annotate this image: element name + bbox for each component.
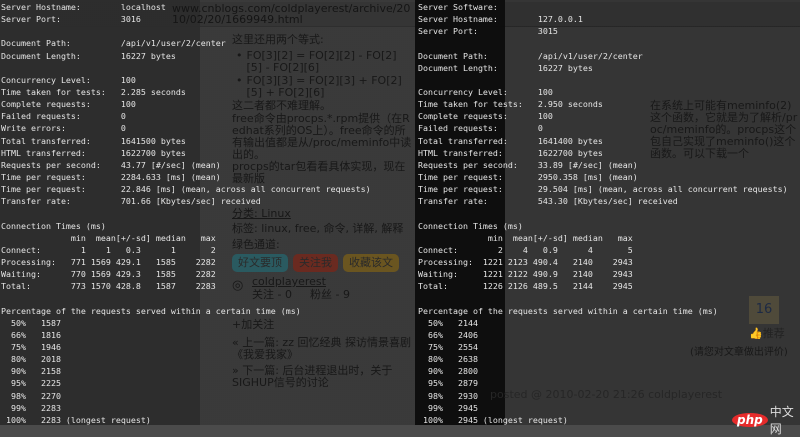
terminal-line: Time per request: 2950.358 [ms] (mean) xyxy=(418,171,638,182)
terminal-line: Time taken for tests: 2.285 seconds xyxy=(1,86,186,97)
terminal-line: 100% 2283 (longest request) xyxy=(1,414,151,425)
terminal-line: Server Port: 3015 xyxy=(418,26,558,37)
terminal-line: Server Port: 3016 xyxy=(1,14,141,25)
terminal-line: Document Length: 16227 bytes xyxy=(418,62,593,73)
terminal-line: 50% 2144 xyxy=(418,317,478,328)
terminal-line: min mean[+/-sd] median max xyxy=(1,232,216,243)
terminal-line: 98% 2930 xyxy=(418,390,478,401)
terminal-line: Complete requests: 100 xyxy=(418,111,553,122)
terminal-line: 99% 2283 xyxy=(1,402,61,413)
terminal-line: Waiting: 770 1569 429.3 1585 2282 xyxy=(1,269,216,280)
terminal-line: Connect: 1 1 0.3 1 2 xyxy=(1,244,216,255)
terminal-line: Requests per second: 43.77 [#/sec] (mean… xyxy=(1,159,221,170)
terminal-line: Percentage of the requests served within… xyxy=(1,305,301,316)
terminal-line: Connection Times (ms) xyxy=(418,220,523,231)
terminal-line: 99% 2945 xyxy=(418,402,478,413)
terminal-line: 50% 1587 xyxy=(1,317,61,328)
terminal-line: Write errors: 0 xyxy=(1,123,126,134)
terminal-line: Document Path: /api/v1/user/2/center xyxy=(418,50,643,61)
terminal-line: Connect: 2 4 0.9 4 5 xyxy=(418,244,633,255)
terminal-line: Total: 773 1570 428.8 1587 2283 xyxy=(1,281,216,292)
terminal-line: Connection Times (ms) xyxy=(1,220,106,231)
terminal-line: Processing: 771 1569 429.1 1585 2282 xyxy=(1,256,216,267)
terminal-line: Time per request: 29.504 [ms] (mean, acr… xyxy=(418,184,788,195)
terminal-line: Time per request: 2284.633 [ms] (mean) xyxy=(1,171,221,182)
terminal-line: HTML transferred: 1622700 bytes xyxy=(1,147,186,158)
terminal-line: Server Hostname: localhost xyxy=(1,2,166,12)
terminal-line: 80% 2638 xyxy=(418,354,478,365)
terminal-line: Document Length: 16227 bytes xyxy=(1,50,176,61)
terminal-line: 95% 2225 xyxy=(1,378,61,389)
terminal-line: Transfer rate: 543.30 [Kbytes/sec] recei… xyxy=(418,196,678,207)
terminal-right-output: Server Software: Server Hostname: 127.0.0… xyxy=(418,1,788,426)
terminal-line: Document Path: /api/v1/user/2/center xyxy=(1,38,226,49)
terminal-line: Total transferred: 1641400 bytes xyxy=(418,135,603,146)
terminal-line: Transfer rate: 701.66 [Kbytes/sec] recei… xyxy=(1,196,261,207)
terminal-line: Time per request: 22.846 [ms] (mean, acr… xyxy=(1,184,371,195)
terminal-line: Concurrency Level: 100 xyxy=(418,86,553,97)
terminal-line: 75% 1946 xyxy=(1,341,61,352)
terminal-line: 80% 2018 xyxy=(1,354,61,365)
terminal-line: Time taken for tests: 2.950 seconds xyxy=(418,99,603,110)
terminal-line: 66% 2406 xyxy=(418,329,478,340)
terminal-line: Total transferred: 1641500 bytes xyxy=(1,135,186,146)
terminal-left-output: Server Hostname: localhost Server Port: 3… xyxy=(1,1,371,426)
terminal-line: Server Software: xyxy=(418,2,498,12)
terminal-line: 95% 2879 xyxy=(418,378,478,389)
terminal-line: Waiting: 1221 2122 490.9 2140 2943 xyxy=(418,269,633,280)
terminal-line: Server Hostname: 127.0.0.1 xyxy=(418,14,583,25)
terminal-line: 98% 2270 xyxy=(1,390,61,401)
terminal-line: HTML transferred: 1622700 bytes xyxy=(418,147,603,158)
terminal-line: Complete requests: 100 xyxy=(1,99,136,110)
terminal-line: Failed requests: 0 xyxy=(418,123,543,134)
terminal-line: Requests per second: 33.89 [#/sec] (mean… xyxy=(418,159,638,170)
terminal-line: Percentage of the requests served within… xyxy=(418,305,718,316)
terminal-line: 66% 1816 xyxy=(1,329,61,340)
terminal-line: Failed requests: 0 xyxy=(1,111,126,122)
terminal-line: 90% 2800 xyxy=(418,366,478,377)
terminal-line: min mean[+/-sd] median max xyxy=(418,232,633,243)
terminal-line: 100% 2945 (longest request) xyxy=(418,414,568,425)
terminal-line: 75% 2554 xyxy=(418,341,478,352)
terminal-line: 90% 2158 xyxy=(1,366,61,377)
terminal-line: Total: 1226 2126 489.5 2144 2945 xyxy=(418,281,633,292)
terminal-line: Concurrency Level: 100 xyxy=(1,74,136,85)
terminal-line: Processing: 1221 2123 490.4 2140 2943 xyxy=(418,256,633,267)
